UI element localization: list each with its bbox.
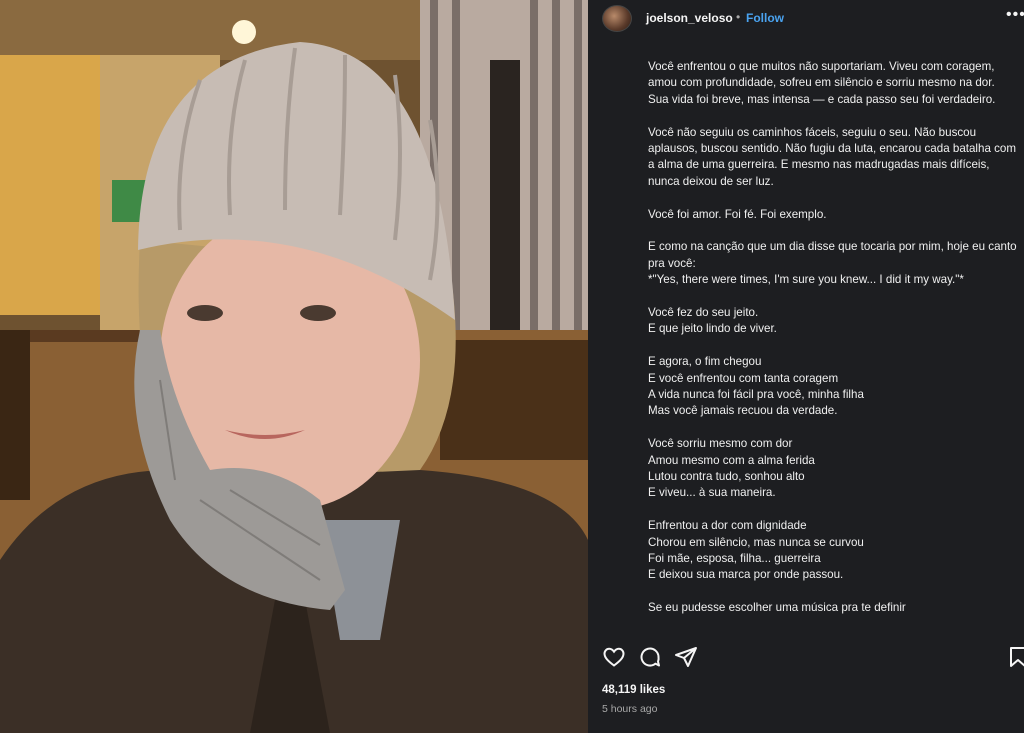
post-actions	[588, 645, 1024, 671]
caption-paragraph: E agora, o fim chegou E você enfrentou c…	[648, 355, 864, 418]
comment-icon[interactable]	[638, 645, 662, 669]
caption-paragraph: Você foi amor. Foi fé. Foi exemplo.	[648, 207, 827, 221]
caption-paragraph: Você fez do seu jeito. E que jeito lindo…	[648, 306, 777, 336]
separator-dot: •	[736, 10, 741, 24]
more-options-icon[interactable]: •••	[1006, 6, 1024, 24]
username-link[interactable]: joelson_veloso	[646, 11, 733, 25]
caption-paragraph: Você sorriu mesmo com dor Amou mesmo com…	[648, 437, 815, 500]
avatar[interactable]	[602, 5, 632, 32]
caption-paragraph: Enfrentou a dor com dignidade Chorou em …	[648, 519, 864, 582]
likes-count[interactable]: 48,119 likes	[602, 684, 665, 696]
caption-paragraph: Você não seguiu os caminhos fáceis, segu…	[648, 125, 1017, 188]
post-panel: joelson_veloso • Follow ••• Você enfrent…	[588, 0, 1024, 733]
post-header: joelson_veloso • Follow •••	[588, 0, 1024, 36]
share-icon[interactable]	[674, 645, 698, 669]
bookmark-icon[interactable]	[1006, 645, 1024, 669]
heart-icon[interactable]	[602, 645, 626, 669]
follow-button[interactable]: Follow	[746, 11, 784, 25]
post-image	[0, 0, 588, 733]
post-timestamp[interactable]: 5 hours ago	[602, 703, 657, 715]
caption-paragraph: E como na canção que um dia disse que to…	[648, 240, 1017, 287]
post-caption: Você enfrentou o que muitos não suportar…	[648, 59, 1018, 637]
caption-paragraph: Você enfrentou o que muitos não suportar…	[648, 60, 996, 106]
caption-paragraph: Se eu pudesse escolher uma música pra te…	[648, 601, 906, 615]
post-photo[interactable]	[0, 0, 588, 733]
